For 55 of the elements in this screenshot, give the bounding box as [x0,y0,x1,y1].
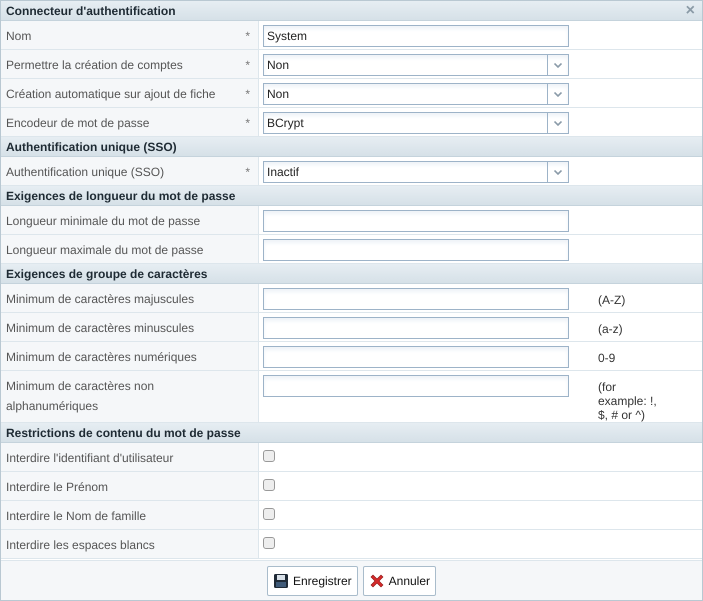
field-label: Minimum de caractères non alphanumériques [6,378,156,415]
format-hint: (for example: !, $, # or ^) [598,380,658,422]
text-field[interactable] [263,346,569,368]
checkbox[interactable] [263,537,275,549]
dropdown[interactable]: Non [263,83,569,105]
format-hint: (A-Z) [598,293,626,307]
dropdown-value: Inactif [266,164,300,181]
field-label: Interdire les espaces blancs [6,537,155,554]
field-label: Interdire le Prénom [6,479,108,496]
dropdown-value: Non [266,86,290,103]
field-label: Authentification unique (SSO) [6,164,164,181]
dropdown[interactable]: Non [263,54,569,76]
cancel-button[interactable]: Annuler [362,566,436,596]
section-title: Exigences de groupe de caractères [6,266,208,282]
dropdown[interactable]: BCrypt [263,112,569,134]
checkbox[interactable] [263,479,275,491]
field-label: Longueur minimale du mot de passe [6,213,200,230]
field-label: Encodeur de mot de passe [6,115,150,132]
field-label: Minimum de caractères minuscules [6,320,194,337]
required-marker: * [245,164,250,181]
text-field[interactable] [263,239,569,261]
section-title: Restrictions de contenu du mot de passe [6,424,241,442]
section-title: Exigences de longueur du mot de passe [6,188,236,204]
chevron-down-icon [554,92,562,96]
chevron-down-icon [554,170,562,174]
format-hint: 0-9 [598,351,616,365]
field-label: Minimum de caractères numériques [6,349,197,366]
text-field[interactable] [263,288,569,310]
cross-icon [368,572,385,588]
text-field[interactable]: System [263,25,569,47]
chevron-down-icon [554,62,562,68]
field-label: Minimum de caractères majuscules [6,291,194,308]
required-marker: * [245,86,250,103]
field-label: Interdire l'identifiant d'utilisateur [6,450,174,467]
required-marker: * [245,115,250,132]
required-marker: * [245,57,250,74]
dropdown-value: Non [266,57,290,74]
dropdown-value: BCrypt [266,115,305,132]
dropdown[interactable]: Inactif [263,161,569,183]
checkbox[interactable] [263,508,275,520]
field-label: Permettre la création de comptes [6,57,183,74]
format-hint: (a-z) [598,322,624,336]
field-label: Longueur maximale du mot de passe [6,242,204,259]
text-field[interactable] [263,210,569,232]
field-label: Nom [6,28,32,45]
field-label: Interdire le Nom de famille [6,508,146,525]
dialog-title: Connecteur d'authentification [6,2,176,20]
save-button[interactable]: Enregistrer [266,566,358,596]
text-field[interactable] [263,375,569,397]
required-marker: * [245,28,250,45]
field-label: Création automatique sur ajout de fiche [6,86,216,103]
section-title: Authentification unique (SSO) [6,138,177,156]
chevron-down-icon [554,120,562,126]
text-field[interactable] [263,317,569,339]
checkbox[interactable] [263,450,275,462]
